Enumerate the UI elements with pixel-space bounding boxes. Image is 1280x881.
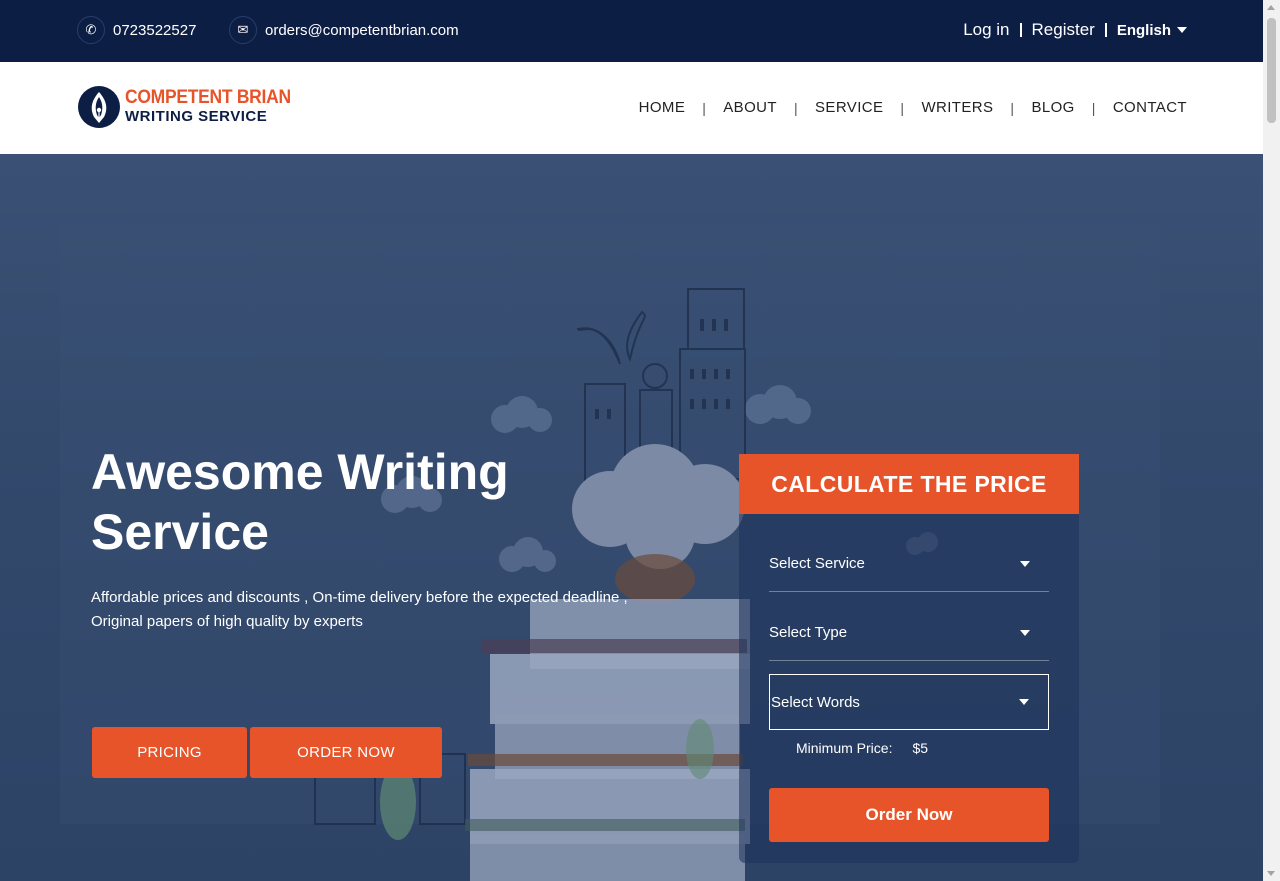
price-calculator: CALCULATE THE PRICE Select Service Selec…	[739, 454, 1079, 863]
account-links: Log in Register English	[963, 20, 1187, 40]
nav-writers[interactable]: WRITERS	[921, 99, 993, 116]
hero-subtitle: Affordable prices and discounts , On-tim…	[91, 586, 671, 634]
nav-home[interactable]: HOME	[639, 99, 686, 116]
select-type-dropdown[interactable]: Select Type	[769, 605, 1049, 661]
hero-section: Awesome Writing Service Affordable price…	[0, 154, 1263, 881]
divider	[1104, 23, 1107, 37]
hero-title-line-1: Awesome Writing	[91, 444, 509, 500]
calculator-order-button[interactable]: Order Now	[769, 788, 1049, 842]
select-words-dropdown[interactable]: Select Words	[769, 674, 1049, 730]
order-now-button[interactable]: ORDER NOW	[250, 727, 442, 778]
select-words-label: Select Words	[771, 693, 860, 711]
logo-text: COMPETENT BRIAN WRITING SERVICE	[125, 88, 305, 126]
envelope-icon: ✉	[229, 16, 257, 44]
nav-divider: |	[793, 99, 799, 116]
chevron-down-icon	[1177, 27, 1187, 33]
page-scrollbar[interactable]	[1263, 0, 1280, 881]
chevron-down-icon	[1019, 699, 1029, 705]
select-service-dropdown[interactable]: Select Service	[769, 536, 1049, 592]
minimum-price-label: Minimum Price:	[796, 740, 893, 756]
logo-line-1: COMPETENT BRIAN	[125, 87, 291, 108]
divider	[1019, 23, 1022, 37]
email-address: orders@competentbrian.com	[265, 21, 459, 39]
scroll-down-arrow-icon[interactable]	[1267, 871, 1275, 876]
site-header: COMPETENT BRIAN WRITING SERVICE HOME | A…	[0, 62, 1263, 154]
chevron-down-icon	[1020, 629, 1030, 636]
language-label: English	[1116, 21, 1171, 39]
select-type-label: Select Type	[769, 624, 848, 641]
nav-about[interactable]: ABOUT	[723, 99, 777, 116]
chevron-down-icon	[1020, 560, 1030, 567]
minimum-price-value: $5	[912, 740, 929, 756]
scroll-up-arrow-icon[interactable]	[1267, 5, 1275, 10]
pricing-button[interactable]: PRICING	[92, 727, 247, 778]
main-nav: HOME | ABOUT | SERVICE | WRITERS | BLOG …	[639, 99, 1187, 116]
phone-icon: ✆	[77, 16, 105, 44]
phone-number: 0723522527	[113, 21, 197, 39]
nav-contact[interactable]: CONTACT	[1113, 99, 1187, 116]
nav-divider: |	[1010, 99, 1015, 116]
calculator-title: CALCULATE THE PRICE	[739, 454, 1079, 514]
nav-divider: |	[900, 99, 905, 116]
select-service-label: Select Service	[769, 555, 865, 572]
hero-subtitle-line-1: Affordable prices and discounts , On-tim…	[91, 589, 628, 606]
site-logo[interactable]: COMPETENT BRIAN WRITING SERVICE	[77, 85, 305, 129]
nav-blog[interactable]: BLOG	[1031, 99, 1074, 116]
pen-nib-logo-icon	[78, 86, 120, 128]
minimum-price: Minimum Price: $5	[796, 740, 928, 756]
hero-title-line-2: Service	[91, 504, 269, 560]
logo-line-2: WRITING SERVICE	[125, 108, 268, 125]
nav-divider: |	[1091, 99, 1096, 116]
top-bar: ✆ 0723522527 ✉ orders@competentbrian.com…	[0, 0, 1263, 62]
email-contact[interactable]: ✉ orders@competentbrian.com	[229, 16, 459, 44]
language-select[interactable]: English	[1117, 22, 1187, 39]
login-link[interactable]: Log in	[963, 20, 1009, 40]
nav-service[interactable]: SERVICE	[815, 99, 883, 116]
hero-subtitle-line-2: Original papers of high quality by exper…	[91, 613, 363, 630]
hero-title: Awesome Writing Service	[91, 442, 611, 562]
nav-divider: |	[702, 99, 707, 116]
phone-contact[interactable]: ✆ 0723522527	[77, 16, 196, 44]
scrollbar-thumb[interactable]	[1267, 18, 1276, 123]
register-link[interactable]: Register	[1032, 20, 1095, 40]
